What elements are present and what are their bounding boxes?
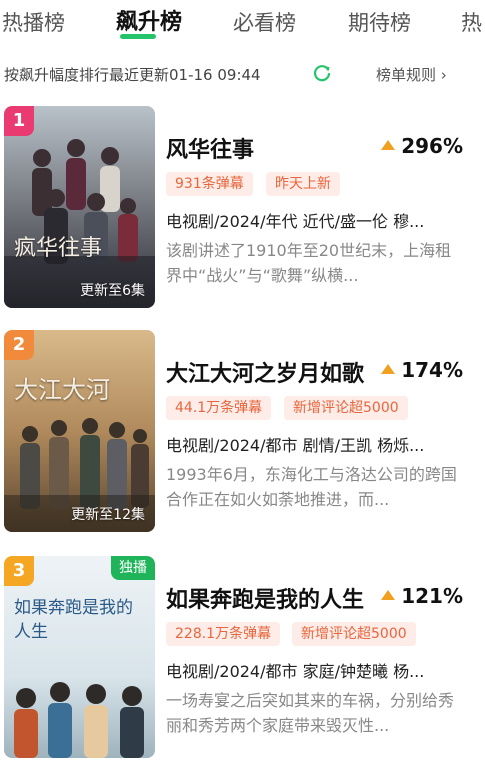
tab-hot-more[interactable]: 热 <box>461 9 482 37</box>
show-meta: 电视剧/2024/都市 家庭/钟楚曦 杨... <box>166 662 425 681</box>
episode-caption: 更新至12集 <box>71 507 145 523</box>
rise-value: 121% <box>401 584 463 608</box>
rank-badge: 1 <box>4 106 34 136</box>
show-description: 1993年6月，东海化工与洛达公司的跨国合作正在如火如荼地推进，而... <box>166 465 457 509</box>
poster-image[interactable]: 2 大江大河 更新至12集 <box>4 330 155 532</box>
rise-percentage: 121% <box>381 584 463 608</box>
rise-value: 296% <box>401 134 463 158</box>
show-meta: 电视剧/2024/年代 近代/盛一伦 穆... <box>166 212 425 231</box>
poster-title-art: 大江大河 <box>14 376 110 404</box>
rise-percentage: 296% <box>381 134 463 158</box>
show-description: 一场寿宴之后突如其来的车祸，分别给秀丽和秀芳两个家庭带来毁灭性... <box>166 691 455 735</box>
tab-must-watch[interactable]: 必看榜 <box>233 9 296 37</box>
episode-caption: 更新至6集 <box>80 283 145 299</box>
refresh-icon[interactable] <box>312 63 332 83</box>
danmaku-count-tag: 931条弹幕 <box>166 172 253 196</box>
ranking-rules-link[interactable]: 榜单规则 › <box>376 64 447 85</box>
rise-arrow-icon <box>381 364 396 374</box>
tab-hot[interactable]: 热播榜 <box>2 9 65 37</box>
danmaku-count-tag: 228.1万条弹幕 <box>166 622 281 646</box>
update-time-text: 按飙升幅度排行最近更新01-16 09:44 <box>4 66 261 84</box>
rise-percentage: 174% <box>381 358 463 382</box>
show-description: 该剧讲述了1910年至20世纪末，上海租界中“战火”与“歌舞”纵横... <box>166 241 452 285</box>
danmaku-count-tag: 44.1万条弹幕 <box>166 396 272 420</box>
list-item[interactable]: 3 独播 如果奔跑是我的人生 如果奔跑是我的人生 121% 228.1万条弹幕 … <box>0 556 485 766</box>
rise-arrow-icon <box>381 140 396 150</box>
exclusive-badge: 独播 <box>111 556 155 580</box>
rise-value: 174% <box>401 358 463 382</box>
rank-badge: 2 <box>4 330 34 360</box>
show-title[interactable]: 如果奔跑是我的人生 <box>166 582 364 614</box>
show-meta: 电视剧/2024/都市 剧情/王凯 杨烁... <box>166 436 425 455</box>
poster-image[interactable]: 1 疯华往事 更新至6集 <box>4 106 155 308</box>
update-bar: 按飙升幅度排行最近更新01-16 09:44 榜单规则 › <box>0 58 485 88</box>
poster-title-art: 疯华往事 <box>14 236 103 261</box>
poster-image[interactable]: 3 独播 如果奔跑是我的人生 <box>4 556 155 758</box>
tab-anticipated[interactable]: 期待榜 <box>348 9 411 37</box>
status-tag: 新增评论超5000 <box>292 622 416 646</box>
poster-title-art: 如果奔跑是我的人生 <box>14 598 133 642</box>
active-tab-indicator <box>120 34 156 39</box>
ranking-tabs: 热播榜 飙升榜 必看榜 期待榜 热 <box>0 0 485 46</box>
status-tag: 昨天上新 <box>266 172 340 196</box>
list-item[interactable]: 1 疯华往事 更新至6集 风华往事 296% 931条弹幕 昨天上新 电视剧/2… <box>0 106 485 316</box>
list-item[interactable]: 2 大江大河 更新至12集 大江大河之岁月如歌 174% 44.1万条弹幕 新增… <box>0 330 485 540</box>
tab-rising[interactable]: 飙升榜 <box>116 9 182 37</box>
status-tag: 新增评论超5000 <box>284 396 408 420</box>
show-title[interactable]: 风华往事 <box>166 132 254 164</box>
rise-arrow-icon <box>381 590 396 600</box>
rank-badge: 3 <box>4 556 34 586</box>
show-title[interactable]: 大江大河之岁月如歌 <box>166 356 364 388</box>
